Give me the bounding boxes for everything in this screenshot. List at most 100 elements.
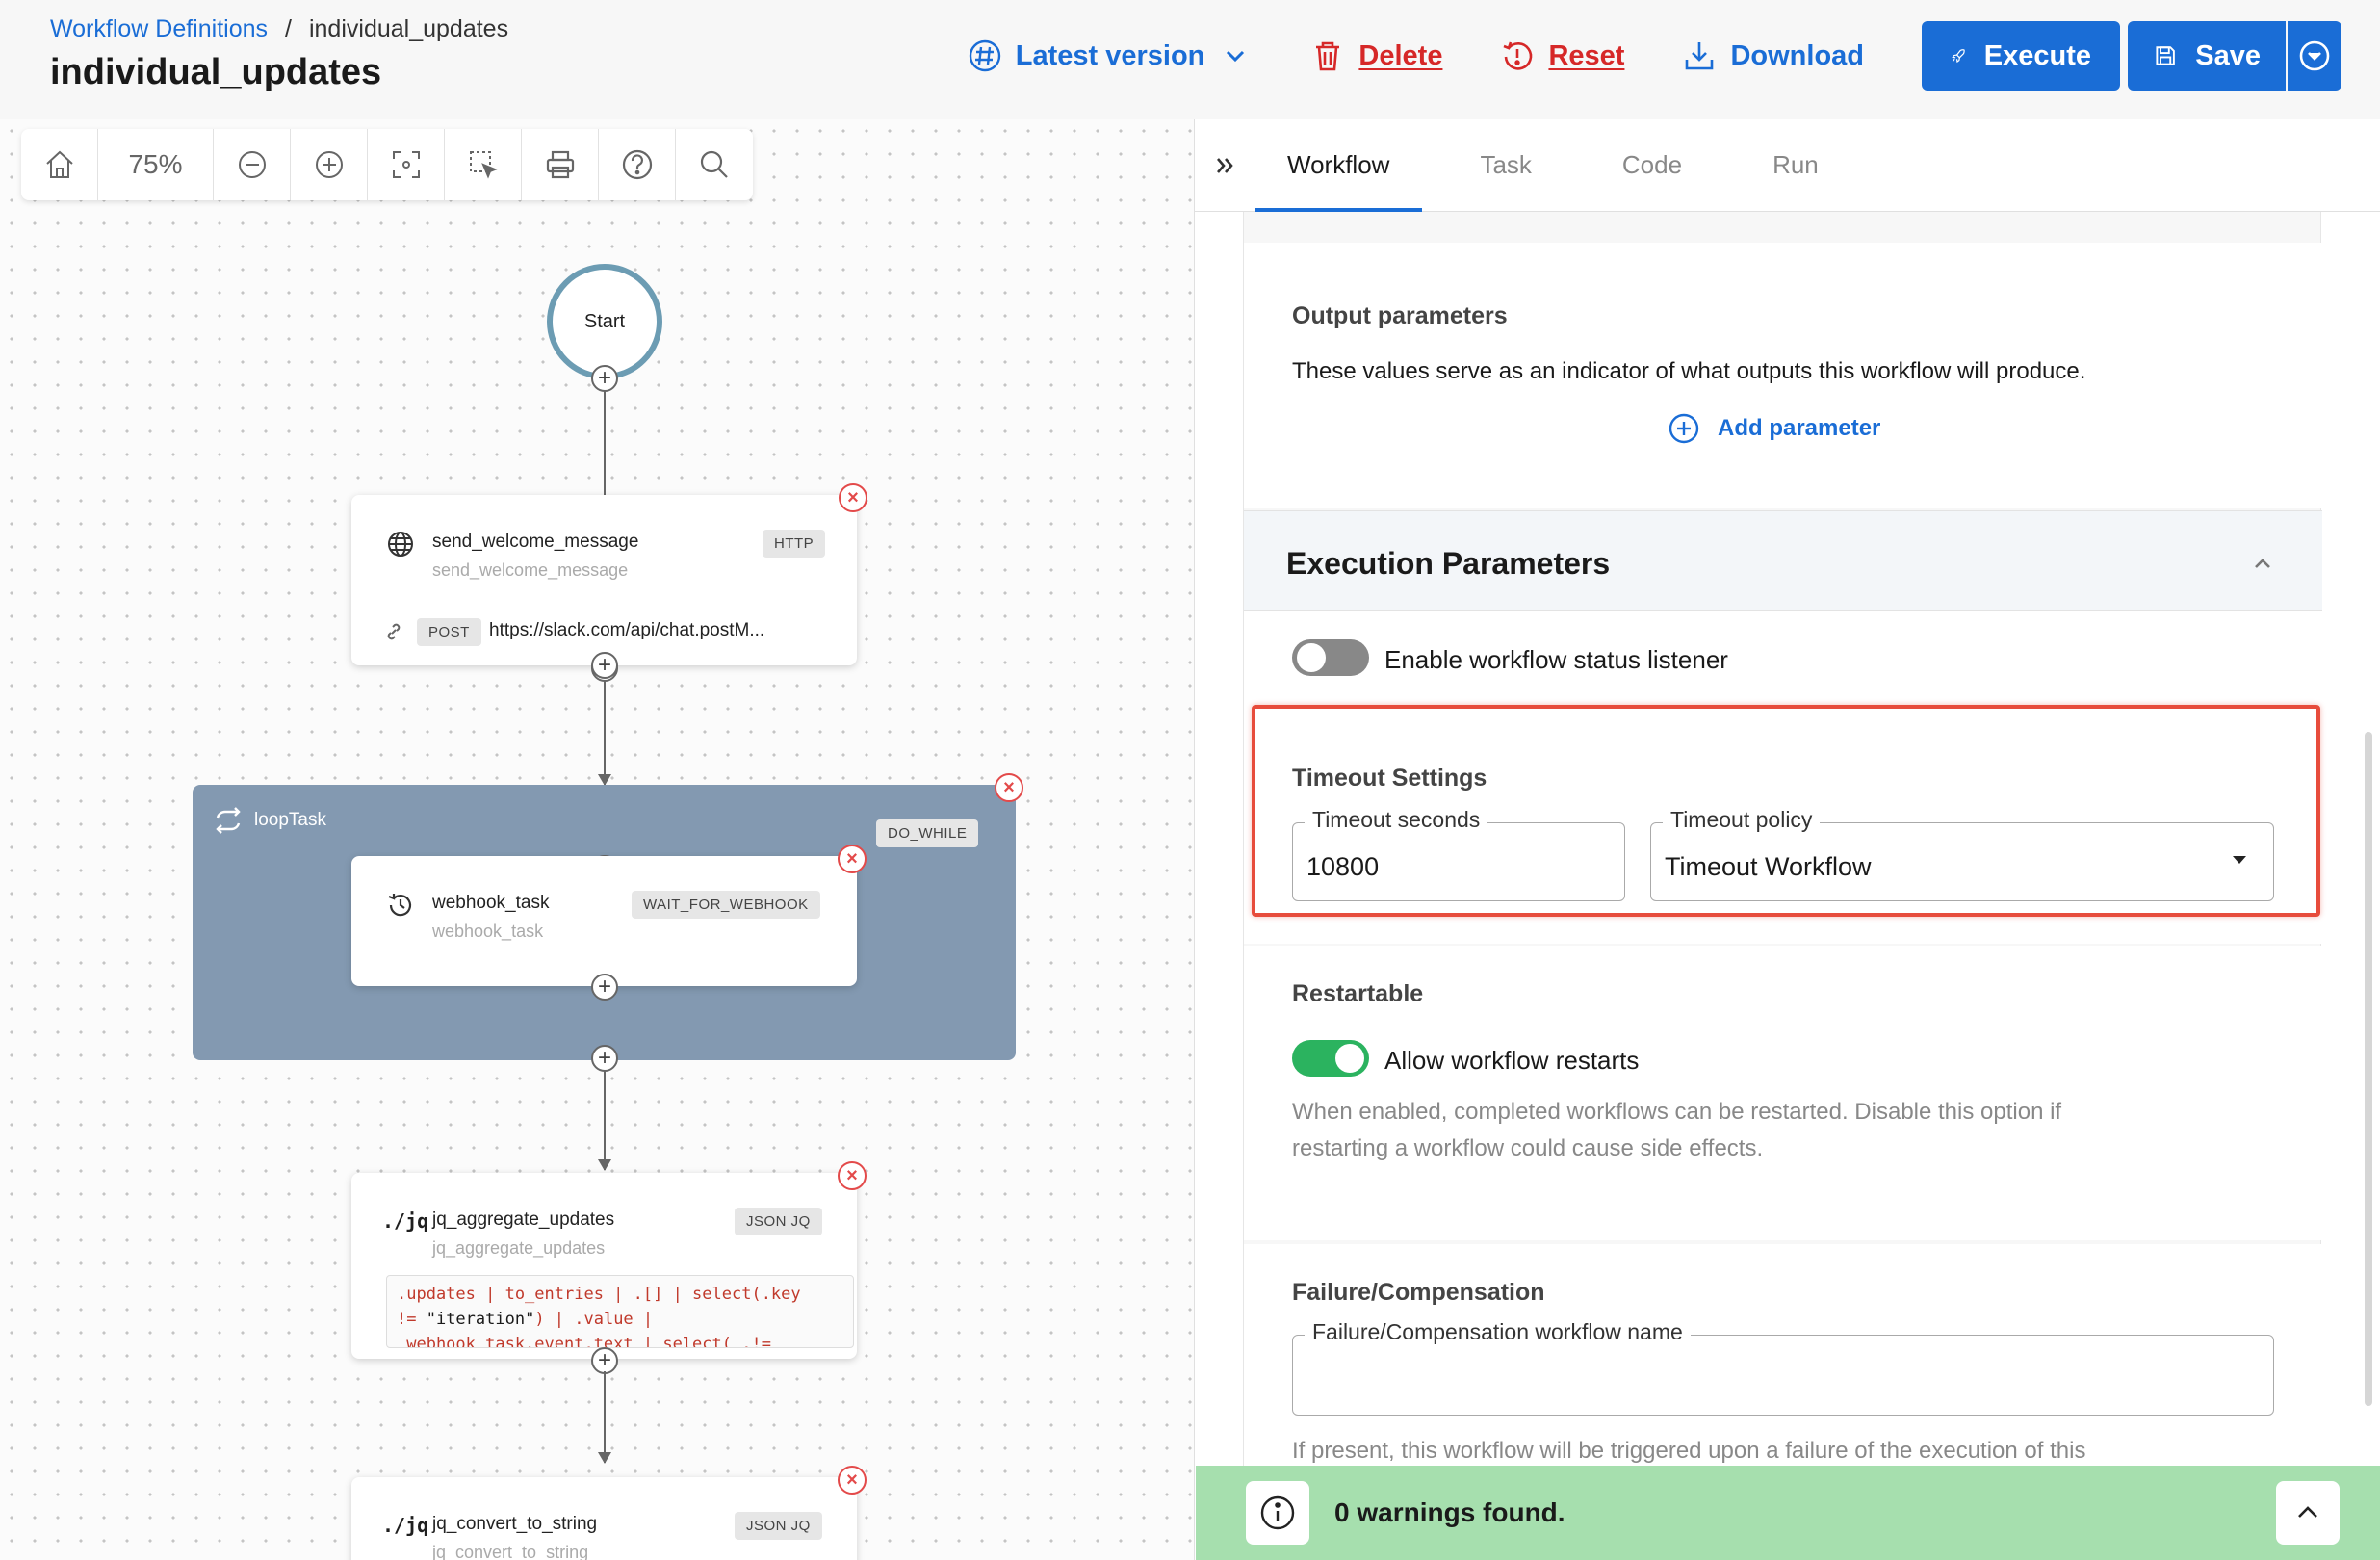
version-label: Latest version [1015, 39, 1205, 71]
jq-query-preview: .updates | to_entries | .[] | select(.ke… [386, 1275, 854, 1348]
tab-task[interactable]: Task [1447, 119, 1564, 212]
restartable-section: Restartable Allow workflow restarts When… [1244, 946, 2322, 1240]
breadcrumb-link-workflow-definitions[interactable]: Workflow Definitions [50, 15, 268, 43]
task-name: jq_aggregate_updates [432, 1209, 615, 1230]
info-button[interactable] [1246, 1481, 1309, 1545]
add-parameter-label: Add parameter [1718, 415, 1881, 441]
task-name: send_welcome_message [432, 532, 639, 552]
top-bar: Workflow Definitions / individual_update… [0, 0, 2380, 119]
add-task-button[interactable]: + [591, 1347, 618, 1374]
home-button[interactable] [21, 129, 98, 200]
page-title: individual_updates [50, 52, 382, 92]
task-type-badge: JSON JQ [735, 1512, 822, 1540]
connector [604, 1058, 606, 1170]
search-icon [700, 150, 728, 178]
workflow-canvas[interactable]: 75% Start + + send_welcome_message send_… [0, 119, 1194, 1560]
chevron-up-icon [2255, 559, 2270, 568]
http-url: https://slack.com/api/chat.postM... [489, 620, 765, 640]
add-task-button[interactable]: + [591, 365, 618, 392]
focus-icon [392, 151, 420, 178]
restart-toggle-label: Allow workflow restarts [1384, 1046, 1640, 1075]
print-button[interactable] [522, 129, 599, 200]
link-icon [387, 623, 401, 640]
task-node-send-welcome-message[interactable]: send_welcome_message send_welcome_messag… [351, 495, 857, 665]
task-type-badge: JSON JQ [735, 1208, 822, 1235]
double-chevron-right-icon [1217, 157, 1233, 173]
http-method-badge: POST [417, 618, 481, 646]
restart-toggle[interactable] [1292, 1040, 1369, 1077]
jq-icon: ./jq [382, 1514, 429, 1537]
help-button[interactable] [599, 129, 676, 200]
task-name: webhook_task [432, 893, 550, 913]
status-listener-toggle[interactable] [1292, 639, 1369, 676]
reset-button[interactable]: Reset [1500, 39, 1624, 73]
toggle-knob [1297, 643, 1326, 672]
delete-label: Delete [1358, 39, 1443, 71]
failure-workflow-name-label: Failure/Compensation workflow name [1305, 1319, 1691, 1345]
remove-task-button[interactable]: × [838, 1466, 867, 1495]
remove-task-button[interactable]: × [838, 845, 867, 873]
jq-icon: ./jq [382, 1209, 429, 1233]
connector [604, 668, 606, 786]
task-node-webhook-task[interactable]: webhook_task webhook_task WAIT_FOR_WEBHO… [351, 856, 857, 986]
chevron-circle-down-icon [2299, 40, 2330, 71]
remove-loop-button[interactable]: × [995, 773, 1023, 802]
description-line: When enabled, completed workflows can be… [1292, 1099, 2062, 1125]
add-task-button[interactable]: + [591, 974, 618, 1001]
connector-arrow [598, 1159, 611, 1171]
info-icon [1260, 1495, 1295, 1530]
save-button[interactable]: Save [2128, 21, 2286, 91]
zoom-level: 75% [98, 129, 214, 200]
tab-code[interactable]: Code [1590, 119, 1715, 212]
loop-task-name: loopTask [254, 810, 326, 830]
task-node-jq-aggregate-updates[interactable]: ./jq jq_aggregate_updates jq_aggregate_u… [351, 1173, 857, 1359]
save-options-dropdown[interactable] [2288, 21, 2341, 91]
restartable-title: Restartable [1292, 980, 1424, 1007]
add-parameter-button[interactable]: Add parameter [1668, 412, 1880, 445]
failure-compensation-title: Failure/Compensation [1292, 1279, 1545, 1306]
rocket-icon [1952, 49, 1965, 64]
failure-workflow-name-field[interactable]: Failure/Compensation workflow name [1292, 1319, 2274, 1416]
expand-warnings-button[interactable] [2276, 1481, 2340, 1545]
add-task-button[interactable]: + [591, 1045, 618, 1072]
loop-type-badge: DO_WHILE [876, 819, 979, 847]
code-string: "iteration" [426, 1310, 535, 1329]
reset-label: Reset [1548, 39, 1625, 71]
collapse-panel-button[interactable] [1195, 151, 1255, 180]
select-area-button[interactable] [445, 129, 522, 200]
delete-button[interactable]: Delete [1310, 39, 1442, 73]
tab-workflow[interactable]: Workflow [1255, 119, 1423, 212]
search-button[interactable] [676, 129, 753, 200]
code-line: .updates | to_entries | .[] | select(.ke… [397, 1285, 801, 1304]
version-select[interactable]: Latest version [968, 39, 1254, 73]
remove-task-button[interactable]: × [839, 483, 867, 512]
output-parameters-description: These values serve as an indicator of wh… [1292, 358, 2086, 384]
output-parameters-section: Output parameters These values serve as … [1244, 243, 2322, 508]
help-icon [622, 149, 652, 180]
download-button[interactable]: Download [1682, 39, 1864, 73]
zoom-in-button[interactable] [291, 129, 368, 200]
download-label: Download [1730, 39, 1864, 71]
print-icon [546, 150, 574, 179]
fit-view-button[interactable] [368, 129, 445, 200]
zoom-out-icon [238, 151, 266, 178]
panel-scrollbar[interactable] [2365, 732, 2372, 1406]
trash-icon [1316, 41, 1340, 71]
start-node[interactable]: Start [547, 264, 662, 379]
task-type-badge: HTTP [763, 530, 826, 558]
breadcrumb-current: individual_updates [308, 15, 509, 42]
home-icon [45, 150, 73, 178]
tab-run[interactable]: Run [1740, 119, 1851, 212]
task-type-badge: WAIT_FOR_WEBHOOK [632, 891, 820, 919]
execute-button[interactable]: Execute [1922, 21, 2120, 91]
zoom-out-button[interactable] [214, 129, 291, 200]
task-ref: webhook_task [432, 922, 544, 941]
code-token: ) | .value | [534, 1310, 654, 1329]
breadcrumb-separator: / [285, 15, 292, 42]
task-node-jq-convert-to-string[interactable]: ./jq jq_convert_to_string jq_convert_to_… [351, 1477, 857, 1560]
status-listener-label: Enable workflow status listener [1384, 645, 1728, 674]
add-task-button[interactable]: + [591, 652, 618, 679]
code-line: != "iteration") | .value | [397, 1307, 843, 1332]
execution-parameters-header[interactable]: Execution Parameters [1244, 510, 2322, 611]
remove-task-button[interactable]: × [838, 1161, 867, 1190]
